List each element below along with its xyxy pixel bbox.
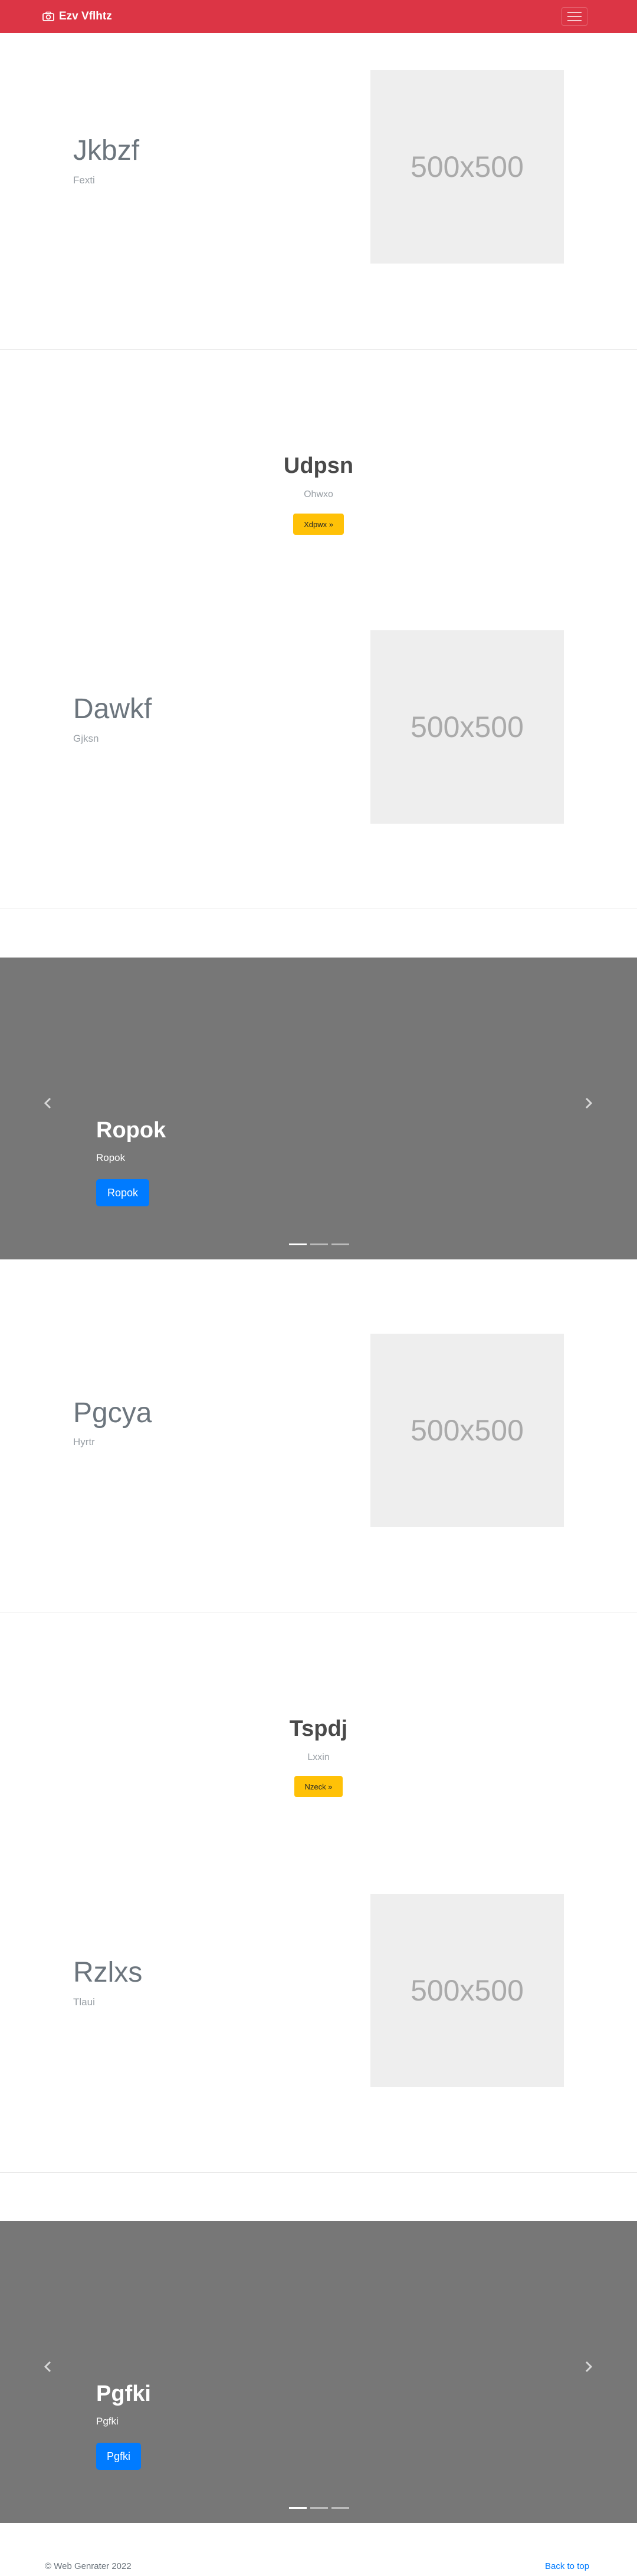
footer-copyright: © Web Genrater 2022: [45, 2561, 132, 2571]
chevron-left-icon: [44, 1097, 51, 1109]
cta-subtitle: Ohwxo: [304, 489, 333, 499]
chevron-right-icon: [585, 1097, 593, 1109]
feature-heading: Dawkf: [73, 693, 152, 725]
chevron-left-icon: [44, 2361, 51, 2373]
cta-subtitle: Lxxin: [307, 1752, 330, 1762]
section-divider: [0, 2172, 637, 2173]
feature-lead: Hyrtr: [73, 1436, 95, 1447]
feature-image-placeholder: 500x500: [370, 630, 564, 824]
feature-lead: Fexti: [73, 175, 95, 186]
hamburger-menu-icon: [567, 12, 582, 13]
carousel-indicator[interactable]: [310, 2507, 328, 2509]
cta-button[interactable]: Xdpwx »: [293, 514, 344, 535]
carousel-caption-title: Ropok: [96, 1118, 166, 1143]
carousel-prev-button[interactable]: [39, 2358, 57, 2376]
carousel-2: Pgfki Pgfki Pgfki: [0, 2221, 637, 2523]
feature-image-placeholder: 500x500: [370, 1894, 564, 2087]
cta-section-2: Tspdj Lxxin Nzeck »: [0, 1613, 637, 1820]
feature-heading: Jkbzf: [73, 135, 140, 166]
feature-lead: Tlaui: [73, 1996, 95, 2008]
carousel-next-button[interactable]: [580, 1094, 597, 1112]
carousel-1: Ropok Ropok Ropok: [0, 958, 637, 1259]
cta-section-1: Udpsn Ohwxo Xdpwx »: [0, 350, 637, 556]
footer: © Web Genrater 2022 Back to top: [0, 2535, 637, 2576]
navbar: Ezv Vflhtz: [0, 0, 637, 33]
feature-section-4: Rzlxs Tlaui 500x500: [0, 1820, 637, 2172]
carousel-indicator[interactable]: [331, 2507, 349, 2509]
navbar-brand[interactable]: Ezv Vflhtz: [42, 0, 112, 33]
image-placeholder-label: 500x500: [411, 710, 524, 743]
feature-image-placeholder: 500x500: [370, 70, 564, 264]
carousel-prev-button[interactable]: [39, 1094, 57, 1112]
image-placeholder-label: 500x500: [411, 1414, 524, 1447]
carousel-caption-button[interactable]: Pgfki: [96, 2443, 141, 2470]
feature-heading: Rzlxs: [73, 1957, 143, 1988]
carousel-next-button[interactable]: [580, 2358, 597, 2376]
feature-heading: Pgcya: [73, 1397, 152, 1429]
cta-title: Udpsn: [283, 453, 354, 478]
carousel-caption-text: Pgfki: [96, 2416, 119, 2427]
feature-section-1: Jkbzf Fexti 500x500: [0, 33, 637, 349]
brand-name: Ezv Vflhtz: [59, 10, 112, 22]
navbar-toggle-button[interactable]: [562, 7, 587, 26]
carousel-indicators: [289, 2507, 349, 2509]
carousel-indicator[interactable]: [310, 1243, 328, 1245]
feature-section-2: Dawkf Gjksn 500x500: [0, 556, 637, 908]
carousel-indicator[interactable]: [289, 1243, 307, 1245]
cta-title: Tspdj: [289, 1716, 348, 1741]
camera-icon: [42, 11, 54, 22]
feature-image-placeholder: 500x500: [370, 1334, 564, 1527]
image-placeholder-label: 500x500: [411, 1974, 524, 2007]
feature-section-3: Pgcya Hyrtr 500x500: [0, 1259, 637, 1612]
back-to-top-link[interactable]: Back to top: [545, 2561, 589, 2571]
feature-lead: Gjksn: [73, 733, 99, 744]
chevron-right-icon: [585, 2361, 593, 2373]
carousel-indicator[interactable]: [289, 2507, 307, 2509]
carousel-caption-button[interactable]: Ropok: [96, 1179, 149, 1206]
carousel-indicators: [289, 1243, 349, 1245]
carousel-caption-title: Pgfki: [96, 2381, 151, 2406]
image-placeholder-label: 500x500: [411, 150, 524, 183]
carousel-caption-text: Ropok: [96, 1152, 126, 1163]
cta-button[interactable]: Nzeck »: [294, 1776, 343, 1797]
carousel-indicator[interactable]: [331, 1243, 349, 1245]
